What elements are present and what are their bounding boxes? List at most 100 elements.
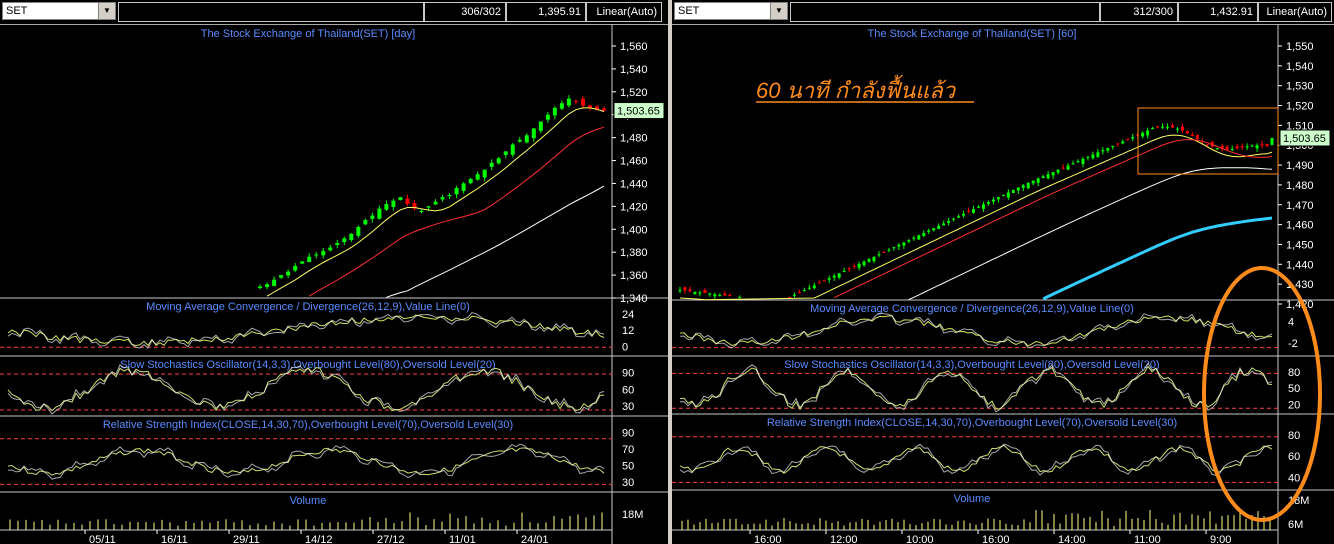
candle-body bbox=[957, 216, 961, 218]
candle-body bbox=[286, 271, 291, 276]
candle-body bbox=[433, 201, 438, 205]
candle-body bbox=[1071, 163, 1075, 165]
right-scale-mode[interactable]: Linear(Auto) bbox=[1258, 2, 1332, 22]
right-toolbar: SET ▼ 312/300 1,432.91 Linear(Auto) bbox=[672, 0, 1334, 25]
date-tick-label: 29/11 bbox=[233, 534, 260, 544]
candle-body bbox=[405, 198, 410, 205]
price-tick-label: 1,380 bbox=[620, 247, 648, 259]
candle-body bbox=[922, 232, 926, 237]
candle-body bbox=[917, 235, 921, 240]
candle-body bbox=[962, 213, 966, 216]
candle-body bbox=[1056, 169, 1060, 173]
candle-body bbox=[1171, 125, 1175, 128]
left-bar-count: 306/302 bbox=[424, 2, 506, 22]
price-tick-label: 1,560 bbox=[620, 41, 648, 53]
date-tick-label: 16:00 bbox=[982, 534, 1010, 544]
candle-body bbox=[1180, 126, 1184, 131]
candle-body bbox=[852, 265, 856, 267]
candle-body bbox=[1215, 148, 1219, 150]
chart-title: The Stock Exchange of Thailand(SET) [60] bbox=[868, 28, 1077, 40]
candle-body bbox=[1195, 135, 1199, 139]
candle-body bbox=[1131, 137, 1135, 139]
candle-body bbox=[907, 240, 911, 242]
candle-body bbox=[1111, 145, 1115, 147]
candle-body bbox=[517, 139, 522, 142]
candle-body bbox=[1185, 131, 1189, 134]
indicator-tick-label: 0 bbox=[622, 341, 628, 353]
candle-body bbox=[482, 169, 487, 178]
candle-body bbox=[1166, 126, 1170, 128]
candle-body bbox=[510, 144, 515, 155]
candle-body bbox=[862, 261, 866, 266]
candle-body bbox=[1081, 158, 1085, 164]
candle-body bbox=[524, 135, 529, 143]
candle-body bbox=[1036, 178, 1040, 183]
volume-tick-label: 6M bbox=[1288, 519, 1303, 531]
price-tick-label: 1,520 bbox=[1286, 101, 1314, 113]
candle-body bbox=[335, 243, 340, 245]
candle-body bbox=[1016, 187, 1020, 191]
price-tick-label: 1,480 bbox=[1286, 180, 1314, 192]
candle-body bbox=[293, 265, 298, 271]
candle-body bbox=[927, 230, 931, 232]
candle-body bbox=[1051, 172, 1055, 176]
candle-body bbox=[892, 247, 896, 249]
candle-body bbox=[713, 294, 717, 297]
indicator-tick-label: 50 bbox=[1288, 383, 1300, 395]
daily-chart-panel: SET ▼ 306/302 1,395.91 Linear(Auto) The S… bbox=[0, 0, 668, 544]
date-tick-label: 11/01 bbox=[449, 534, 476, 544]
candle-body bbox=[356, 226, 361, 236]
price-tick-label: 1,540 bbox=[1286, 61, 1314, 73]
date-tick-label: 24/01 bbox=[521, 534, 549, 544]
hourly-chart[interactable]: The Stock Exchange of Thailand(SET) [60]… bbox=[672, 24, 1334, 544]
price-tick-label: 1,490 bbox=[1286, 160, 1314, 172]
annotation-text: 60 นาที กำลังฟื้นแล้ว bbox=[756, 74, 957, 103]
left-blank-field bbox=[118, 2, 424, 22]
candle-body bbox=[419, 210, 424, 212]
right-last-value: 1,432.91 bbox=[1178, 2, 1258, 22]
right-symbol-select[interactable]: SET ▼ bbox=[674, 2, 788, 20]
date-tick-label: 11:00 bbox=[1134, 534, 1161, 544]
right-symbol-value: SET bbox=[678, 5, 700, 17]
candle-body bbox=[559, 103, 564, 109]
candle-body bbox=[272, 279, 277, 286]
candle-body bbox=[602, 108, 606, 111]
price-tick-label: 1,360 bbox=[620, 270, 648, 282]
candle-body bbox=[688, 289, 692, 292]
candle-body bbox=[942, 223, 946, 226]
indicator-tick-label: 90 bbox=[622, 368, 634, 380]
stoch-title: Slow Stochastics Oscillator(14,3,3),Over… bbox=[784, 359, 1159, 371]
macd-title: Moving Average Convergence / Divergence(… bbox=[810, 303, 1134, 315]
candle-body bbox=[580, 98, 585, 106]
candle-body bbox=[698, 292, 702, 294]
candle-body bbox=[1031, 180, 1035, 184]
right-bar-count: 312/300 bbox=[1100, 2, 1178, 22]
candle-body bbox=[258, 286, 263, 289]
date-tick-label: 27/12 bbox=[377, 534, 405, 544]
last-price-label: 1,503.65 bbox=[617, 106, 660, 118]
daily-chart[interactable]: The Stock Exchange of Thailand(SET) [day… bbox=[0, 24, 668, 544]
ma-mid-line bbox=[308, 126, 605, 297]
price-tick-label: 1,520 bbox=[620, 87, 648, 99]
indicator-tick-label: 24 bbox=[622, 309, 634, 321]
chevron-down-icon[interactable]: ▼ bbox=[98, 3, 115, 19]
left-scale-mode[interactable]: Linear(Auto) bbox=[586, 2, 662, 22]
candle-body bbox=[1141, 132, 1145, 137]
chevron-down-icon[interactable]: ▼ bbox=[770, 3, 787, 19]
candle-body bbox=[363, 220, 368, 225]
ma-slow-line bbox=[908, 167, 1273, 301]
candle-body bbox=[461, 183, 466, 191]
candle-body bbox=[307, 256, 312, 262]
stochastic-signal-line bbox=[7, 364, 605, 415]
candle-body bbox=[947, 221, 951, 223]
candle-body bbox=[787, 297, 791, 299]
indicator-tick-label: 12 bbox=[622, 325, 634, 337]
ma-long-line bbox=[1042, 216, 1273, 301]
candle-body bbox=[1230, 149, 1234, 151]
candle-body bbox=[1175, 128, 1179, 130]
candle-body bbox=[683, 287, 687, 291]
volume-title: Volume bbox=[954, 493, 991, 505]
candle-body bbox=[370, 215, 375, 219]
left-symbol-select[interactable]: SET ▼ bbox=[2, 2, 116, 20]
candle-body bbox=[738, 297, 742, 299]
